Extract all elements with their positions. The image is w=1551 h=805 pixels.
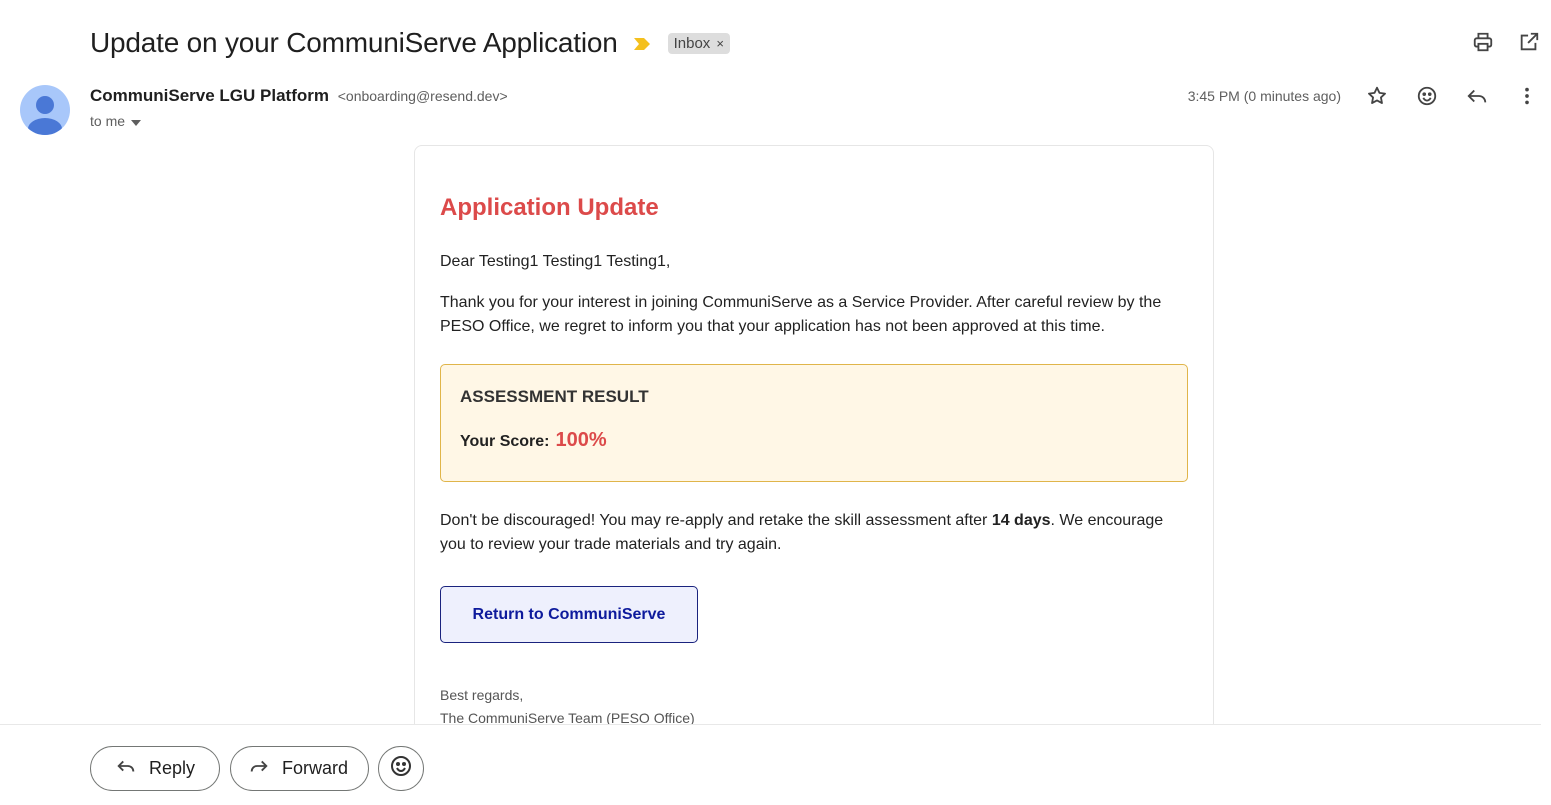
open-in-new-window-icon[interactable] bbox=[1517, 30, 1541, 54]
sender-avatar[interactable] bbox=[20, 85, 70, 135]
subject-row: Update on your CommuniServe Application … bbox=[90, 24, 730, 62]
caret-down-icon[interactable] bbox=[131, 113, 142, 129]
email-subject: Update on your CommuniServe Application bbox=[90, 27, 618, 58]
recipient-text: to me bbox=[90, 113, 126, 129]
reply-icon bbox=[115, 755, 137, 782]
retake-days: 14 days bbox=[991, 512, 1051, 529]
score-label: Your Score: bbox=[460, 433, 550, 450]
emoji-icon bbox=[389, 754, 413, 783]
signoff-line-1: Best regards, bbox=[440, 687, 524, 703]
sender-email: <onboarding@resend.dev> bbox=[337, 88, 508, 104]
reply-icon[interactable] bbox=[1465, 84, 1489, 108]
forward-button[interactable]: Forward bbox=[230, 746, 369, 791]
top-actions bbox=[1471, 30, 1541, 54]
intro-paragraph: Thank you for your interest in joining C… bbox=[440, 294, 1162, 335]
assessment-box: ASSESSMENT RESULT Your Score: 100% bbox=[440, 364, 1188, 482]
recipient-details[interactable]: to me bbox=[90, 113, 142, 129]
reply-button[interactable]: Reply bbox=[90, 746, 220, 791]
inbox-label-text: Inbox bbox=[673, 34, 711, 52]
print-icon[interactable] bbox=[1471, 30, 1495, 54]
inbox-label-chip: Inbox × bbox=[667, 32, 730, 54]
encourage-pre: Don't be discouraged! You may re-apply a… bbox=[440, 512, 992, 529]
body-heading: Application Update bbox=[440, 194, 659, 221]
star-icon[interactable] bbox=[1365, 84, 1389, 108]
forward-label: Forward bbox=[282, 758, 349, 778]
greeting: Dear Testing1 Testing1 Testing1, bbox=[440, 253, 671, 270]
email-body-card: Application Update Dear Testing1 Testing… bbox=[414, 145, 1214, 745]
forward-icon bbox=[248, 755, 270, 782]
importance-marker-icon[interactable] bbox=[633, 37, 650, 50]
return-to-communiserve-button[interactable]: Return to CommuniServe bbox=[440, 586, 698, 643]
reply-label: Reply bbox=[149, 758, 196, 778]
encourage-paragraph: Don't be discouraged! You may re-apply a… bbox=[440, 509, 1188, 557]
message-actions: 3:45 PM (0 minutes ago) bbox=[1188, 84, 1539, 108]
more-vert-icon[interactable] bbox=[1515, 84, 1539, 108]
remove-label-icon[interactable]: × bbox=[716, 36, 724, 51]
emoji-reaction-button[interactable] bbox=[378, 746, 424, 791]
timestamp: 3:45 PM (0 minutes ago) bbox=[1187, 88, 1341, 104]
assessment-title: ASSESSMENT RESULT bbox=[460, 387, 649, 406]
sender-name[interactable]: CommuniServe LGU Platform bbox=[90, 86, 329, 105]
sender-row: CommuniServe LGU Platform <onboarding@re… bbox=[90, 86, 508, 106]
reply-action-bar: Reply Forward bbox=[0, 724, 1541, 805]
score-value: 100% bbox=[555, 429, 607, 451]
emoji-icon[interactable] bbox=[1415, 84, 1439, 108]
score-line: Your Score: 100% bbox=[460, 429, 1168, 452]
